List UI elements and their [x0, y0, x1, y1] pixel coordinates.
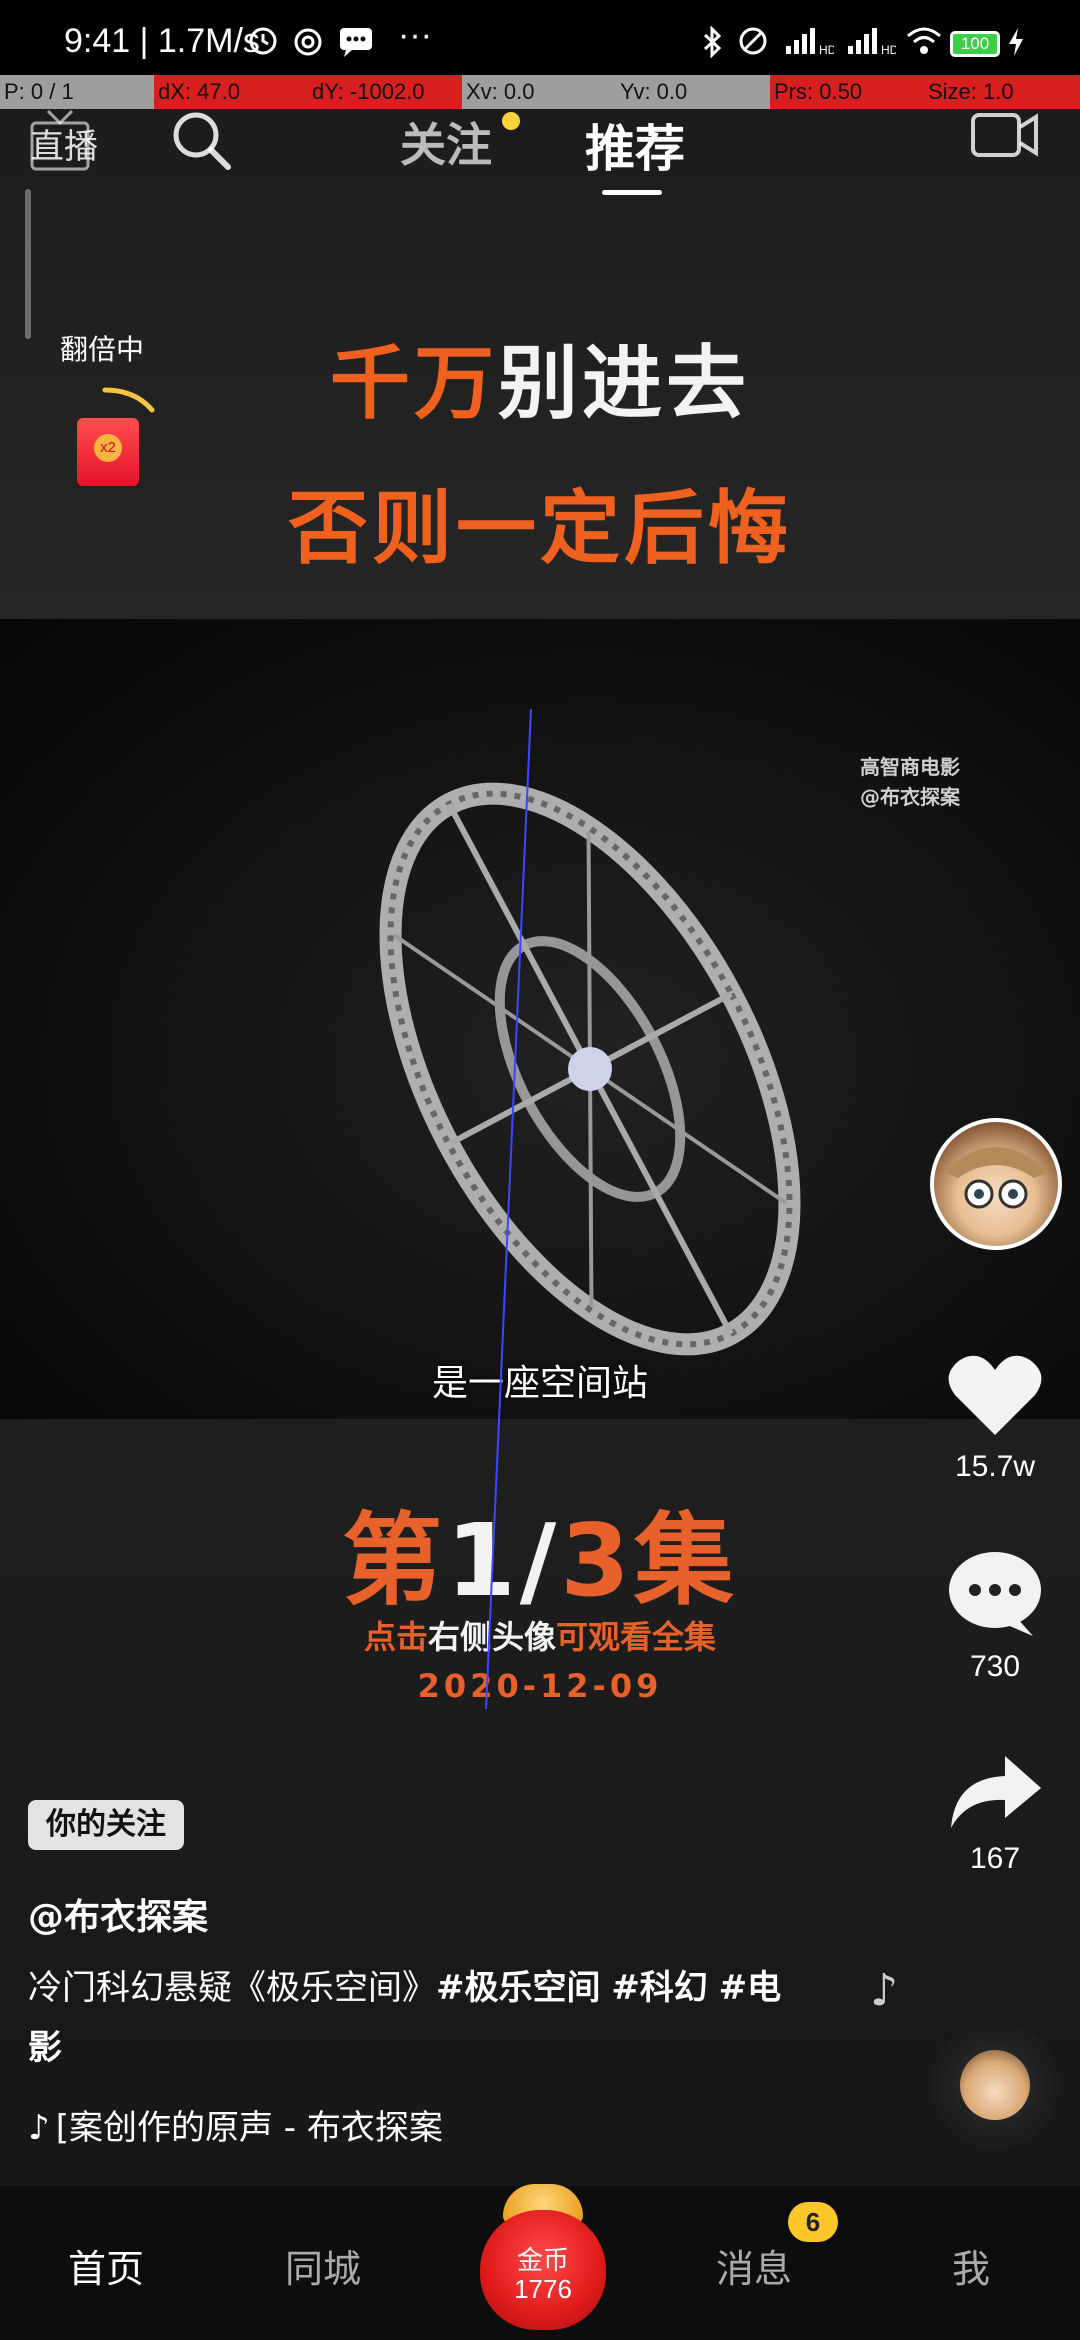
- hashtag-2[interactable]: #科幻: [611, 1968, 708, 2008]
- side-scroll-indicator: [25, 189, 31, 339]
- share-button[interactable]: 167: [940, 1752, 1050, 1876]
- signal-icon: HD: [786, 28, 834, 56]
- red-packet-button[interactable]: x2: [77, 418, 139, 486]
- hashtag-1[interactable]: #极乐空间: [436, 1968, 601, 2008]
- debug-dx: dX: 47.0: [154, 75, 308, 109]
- search-icon[interactable]: [170, 109, 232, 171]
- sync-icon: [294, 28, 322, 56]
- music-note-icon: ♪: [870, 1965, 899, 2016]
- caption-text: 冷门科幻悬疑《极乐空间》: [28, 1968, 436, 2008]
- top-nav: 直播 关注 推荐: [0, 109, 1080, 339]
- following-badge: 你的关注: [28, 1800, 184, 1850]
- progress-arc: [102, 387, 155, 413]
- svg-text:HD: HD: [881, 43, 896, 56]
- tab-following[interactable]: 关注: [400, 109, 492, 175]
- music-disc-button[interactable]: [930, 2020, 1060, 2150]
- comment-icon: [949, 1552, 1041, 1636]
- bottom-nav: 首页 同城 金币 1776 消息 6 我: [0, 2184, 1080, 2340]
- author-avatar[interactable]: [930, 1118, 1062, 1250]
- debug-xv: Xv: 0.0: [462, 75, 616, 109]
- nav-me[interactable]: 我: [952, 2238, 990, 2293]
- dnd-icon: [739, 27, 767, 55]
- pointer-trace-line: [485, 708, 532, 1710]
- clock-icon: [249, 27, 277, 55]
- debug-dy: dY: -1002.0: [308, 75, 462, 109]
- tab-recommended[interactable]: 推荐: [585, 109, 685, 181]
- coin-bag-button[interactable]: 金币 1776: [478, 2174, 608, 2334]
- double-reward-label: 翻倍中: [60, 333, 145, 366]
- debug-pointer-count: P: 0 / 1: [0, 75, 154, 109]
- nav-local[interactable]: 同城: [285, 2238, 361, 2293]
- music-info[interactable]: ♪ [案创作的原声 - 布衣探案: [28, 2100, 443, 2149]
- comment-button[interactable]: 730: [940, 1550, 1050, 1684]
- post-caption: 冷门科幻悬疑《极乐空间》#极乐空间 #科幻 #电影: [28, 1958, 808, 2078]
- like-button[interactable]: 15.7w: [940, 1350, 1050, 1484]
- nav-messages[interactable]: 消息: [716, 2238, 792, 2293]
- like-count: 15.7w: [954, 1450, 1036, 1483]
- packet-multiplier: x2: [94, 434, 122, 462]
- camera-icon[interactable]: [970, 109, 1040, 161]
- charging-icon: [1009, 28, 1023, 56]
- music-title: [案创作的原声 - 布衣探案: [55, 2108, 443, 2148]
- share-count: 167: [969, 1842, 1021, 1875]
- tiktok-icon: ♪: [28, 2108, 50, 2148]
- active-tab-underline: [602, 190, 662, 195]
- heart-icon: [948, 1355, 1042, 1435]
- battery-icon: 100: [950, 31, 1000, 57]
- debug-yv: Yv: 0.0: [616, 75, 770, 109]
- wifi-icon: [907, 27, 941, 54]
- comment-count: 730: [969, 1650, 1021, 1683]
- debug-pressure: Prs: 0.50: [770, 75, 924, 109]
- messages-badge: 6: [788, 2202, 838, 2242]
- following-new-dot: [502, 112, 520, 130]
- debug-size: Size: 1.0: [924, 75, 1080, 109]
- video-player[interactable]: 千万别进去 否则一定后悔 高智商电影 @布衣探案 是一座空间站 第1/3集 点击…: [0, 109, 1080, 2186]
- status-bar: 9:41 | 1.7M/s ··· HD HD 100: [0, 0, 1080, 75]
- status-time-speed: 9:41 | 1.7M/s: [64, 22, 260, 60]
- live-label[interactable]: 直播: [30, 119, 98, 168]
- signal-icon-2: HD: [848, 28, 896, 56]
- more-dots: ···: [398, 16, 432, 54]
- author-name[interactable]: @布衣探案: [28, 1888, 208, 1940]
- svg-text:HD: HD: [819, 43, 834, 56]
- avatar-illustration: [944, 1147, 1048, 1209]
- bluetooth-icon: [703, 26, 722, 58]
- share-icon: [951, 1756, 1041, 1828]
- pointer-location-overlay: P: 0 / 1 dX: 47.0 dY: -1002.0 Xv: 0.0 Yv…: [0, 75, 1080, 109]
- nav-home[interactable]: 首页: [68, 2238, 144, 2293]
- music-cover: [960, 2050, 1030, 2120]
- coin-count: 1776: [514, 2274, 572, 2304]
- message-icon: [340, 28, 372, 57]
- coin-label: 金币: [516, 2246, 569, 2276]
